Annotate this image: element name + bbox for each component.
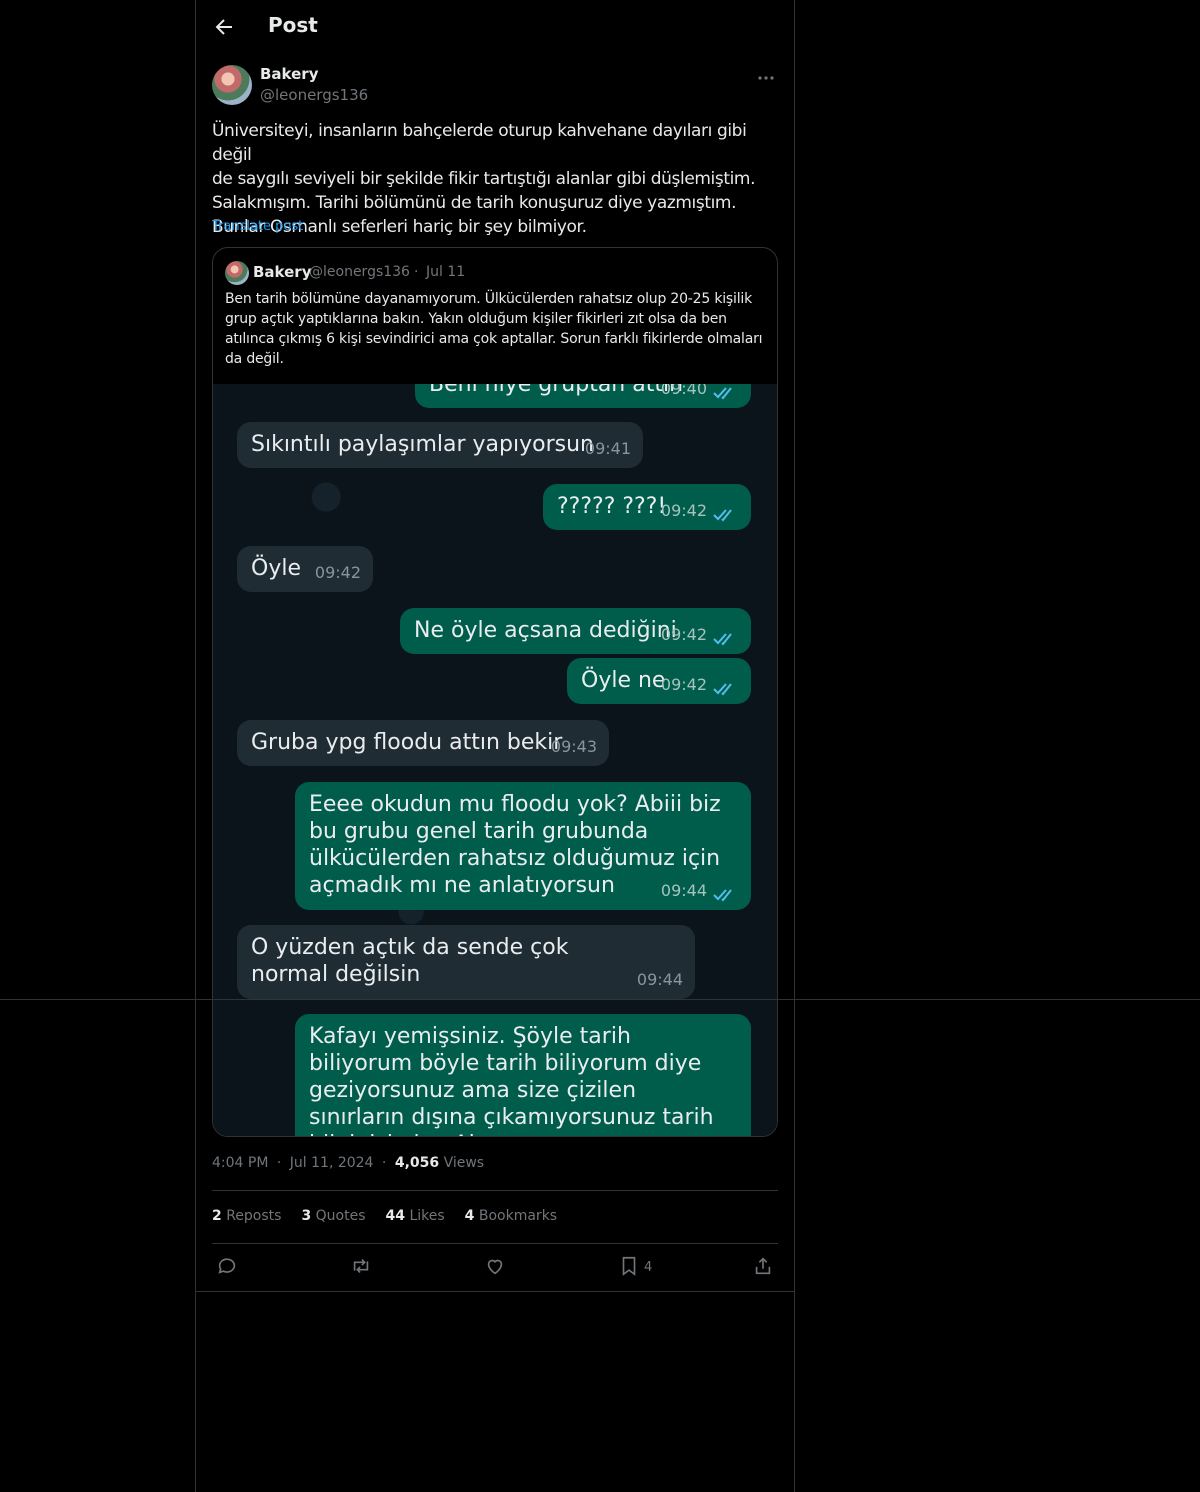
translate-post-link[interactable]: Translate post	[212, 219, 303, 234]
likes-count: 44	[385, 1208, 405, 1224]
double-check-icon	[713, 509, 732, 522]
author-handle[interactable]: @leonergs136	[260, 86, 368, 104]
quote-author-name: Bakery	[253, 263, 312, 281]
chat-message-time: 09:42	[314, 563, 361, 582]
post-meta: 4:04 PM · Jul 11, 2024 · 4,056 Views	[212, 1155, 484, 1171]
reposts-stat[interactable]: 2 Reposts	[212, 1208, 281, 1224]
quotes-count: 3	[301, 1208, 312, 1224]
post-column: Post Bakery @leonergs136 Üniversiteyi, i…	[195, 0, 795, 1492]
double-check-icon	[713, 683, 732, 696]
post-time[interactable]: 4:04 PM	[212, 1155, 268, 1171]
chat-message-text: Ne öyle açsana dediğini	[414, 618, 677, 643]
chat-message-time: 09:43	[550, 737, 597, 756]
chat-message-text: Kafayı yemişsiniz. Şöyle tarih biliyorum…	[309, 1024, 714, 1136]
post-date[interactable]: Jul 11, 2024	[290, 1155, 374, 1171]
views-label: Views	[443, 1155, 485, 1171]
like-heart-icon[interactable]	[484, 1255, 508, 1279]
quote-author-handle: @leonergs136	[309, 264, 410, 280]
quoted-post[interactable]: Bakery @leonergs136 · Jul 11 Ben tarih b…	[212, 247, 778, 1137]
chat-message-time: 09:42	[660, 675, 707, 694]
chat-message: Eeee okudun mu floodu yok? Abiii biz bu …	[295, 782, 751, 910]
chat-message: Öyle ne 09:42	[567, 658, 751, 704]
quote-avatar	[225, 261, 249, 285]
page-title: Post	[268, 13, 318, 37]
chat-message: Gruba ypg floodu attın bekir 09:43	[237, 720, 609, 766]
bookmarks-count: 4	[464, 1208, 475, 1224]
quote-date: Jul 11	[426, 264, 466, 280]
chat-message-time: 09:42	[660, 625, 707, 644]
chat-message-text: Gruba ypg floodu attın bekir	[251, 730, 563, 755]
divider	[212, 1190, 778, 1191]
repost-icon[interactable]	[350, 1255, 374, 1279]
quotes-label: Quotes	[315, 1208, 366, 1224]
bookmarks-label: Bookmarks	[478, 1208, 558, 1224]
double-check-icon	[713, 387, 732, 400]
chat-message: Kafayı yemişsiniz. Şöyle tarih biliyorum…	[295, 1014, 751, 1136]
post-author: Bakery @leonergs136	[212, 64, 778, 108]
meta-separator: ·	[276, 1155, 282, 1171]
meta-separator: ·	[381, 1155, 387, 1171]
avatar[interactable]	[212, 65, 252, 105]
chat-message-text: O yüzden açtık da sende çok normal değil…	[251, 935, 569, 987]
quotes-stat[interactable]: 3 Quotes	[301, 1208, 365, 1224]
reply-icon[interactable]	[216, 1255, 240, 1279]
more-icon[interactable]	[754, 66, 778, 90]
chat-message-text: Öyle ne	[581, 668, 666, 693]
divider	[196, 1291, 794, 1292]
back-arrow-icon[interactable]	[212, 15, 236, 39]
chat-message-time: 09:44	[660, 881, 707, 900]
bookmark-icon[interactable]	[618, 1255, 642, 1279]
views-count: 4,056	[394, 1155, 440, 1171]
reposts-count: 2	[212, 1208, 222, 1224]
chat-message: ????? ???! 09:42	[543, 484, 751, 530]
chat-message: O yüzden açtık da sende çok normal değil…	[237, 925, 695, 999]
engagement-stats: 2 Reposts 3 Quotes 44 Likes 4 Bookmarks	[212, 1208, 557, 1224]
chat-message-text: Öyle	[251, 556, 301, 581]
chat-message: Sıkıntılı paylaşımlar yapıyorsun 09:41	[237, 422, 643, 468]
author-name[interactable]: Bakery	[260, 65, 318, 83]
chat-message-text: Eeee okudun mu floodu yok? Abiii biz bu …	[309, 792, 721, 898]
chat-message: Ne öyle açsana dediğini 09:42	[400, 608, 751, 654]
chat-message-time: 09:41	[584, 439, 631, 458]
chat-message: Beni niye gruptan attın 09:40	[415, 384, 751, 408]
quote-text: Ben tarih bölümüne dayanamıyorum. Ülkücü…	[225, 291, 763, 367]
chat-message-text: Beni niye gruptan attın	[429, 384, 684, 397]
reposts-label: Reposts	[226, 1208, 282, 1224]
likes-label: Likes	[409, 1208, 445, 1224]
header: Post	[196, 0, 794, 54]
chat-screenshot-image: Beni niye gruptan attın 09:40 Sıkıntılı …	[213, 384, 777, 1136]
bookmark-count: 4	[644, 1260, 653, 1275]
quote-separator: ·	[414, 264, 419, 280]
bookmarks-stat[interactable]: 4 Bookmarks	[465, 1208, 557, 1224]
chat-message-time: 09:42	[660, 501, 707, 520]
chat-message-text: Sıkıntılı paylaşımlar yapıyorsun	[251, 432, 594, 457]
likes-stat[interactable]: 44 Likes	[386, 1208, 445, 1224]
share-icon[interactable]	[752, 1255, 776, 1279]
action-bar: 4	[212, 1255, 778, 1281]
divider	[212, 1243, 778, 1244]
double-check-icon	[713, 633, 732, 646]
chat-message-text: ????? ???!	[557, 494, 667, 519]
chat-message-time: 09:40	[660, 384, 707, 398]
chat-message: Öyle 09:42	[237, 546, 373, 592]
divider	[0, 999, 1200, 1000]
double-check-icon	[713, 889, 732, 902]
chat-message-time: 09:44	[636, 970, 683, 989]
